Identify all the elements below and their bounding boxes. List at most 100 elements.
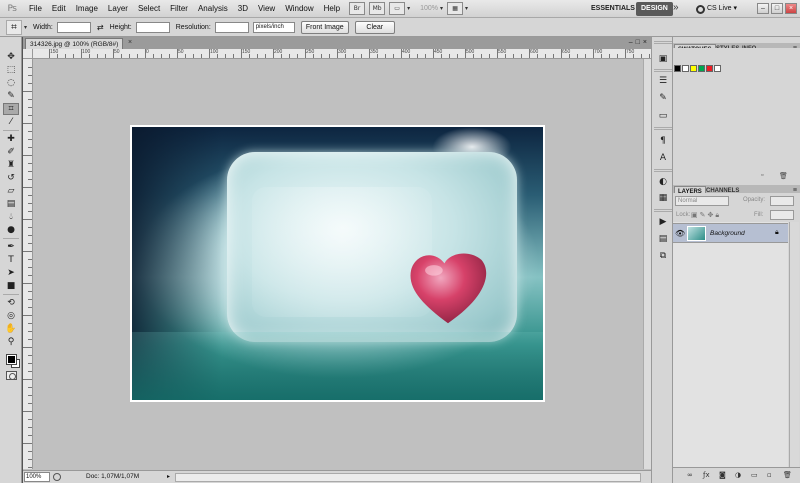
- navigator-panel-icon[interactable]: ▦: [656, 192, 670, 204]
- front-image-button[interactable]: Front Image: [300, 20, 349, 34]
- screen-mode-icon[interactable]: ▦: [447, 2, 464, 15]
- minibridge-icon[interactable]: Mb: [369, 2, 386, 15]
- status-info-icon[interactable]: [53, 473, 61, 481]
- history-panel-icon[interactable]: ▤: [656, 233, 670, 245]
- color-swatch[interactable]: [698, 65, 705, 72]
- dodge-tool-icon[interactable]: ●: [3, 224, 19, 236]
- dock-grip[interactable]: [654, 209, 672, 212]
- close-icon[interactable]: ×: [126, 39, 134, 47]
- chevron-down-icon[interactable]: ▾: [24, 24, 27, 31]
- menu-filter[interactable]: Filter: [165, 0, 193, 18]
- zoom-level[interactable]: 100%: [420, 5, 438, 12]
- restore-icon[interactable]: □: [636, 39, 640, 46]
- menu-select[interactable]: Select: [133, 0, 165, 18]
- document-image[interactable]: [130, 125, 545, 402]
- arrange-documents-icon[interactable]: ▭: [389, 2, 406, 15]
- eyedropper-tool-icon[interactable]: ⁄: [3, 116, 19, 128]
- menu-view[interactable]: View: [253, 0, 280, 18]
- color-swatch[interactable]: [690, 65, 697, 72]
- dock-grip[interactable]: [654, 169, 672, 172]
- layer-row-background[interactable]: 👁︎ Background 🔒︎: [673, 223, 788, 243]
- ruler-origin[interactable]: [23, 49, 33, 59]
- menu-edit[interactable]: Edit: [47, 0, 71, 18]
- resolution-field[interactable]: [214, 21, 249, 33]
- crop-tool-preset-icon[interactable]: ⌗: [6, 19, 22, 35]
- 3d-rotate-tool-icon[interactable]: ⟲: [3, 297, 19, 309]
- new-swatch-icon[interactable]: ▫: [761, 172, 763, 179]
- zoom-tool-icon[interactable]: ⚲: [3, 336, 19, 348]
- dock-grip[interactable]: [654, 127, 672, 130]
- adjustments-panel-icon[interactable]: ☰: [656, 75, 670, 87]
- close-button[interactable]: ×: [785, 3, 797, 14]
- minimize-button[interactable]: –: [757, 3, 769, 14]
- pen-tool-icon[interactable]: ✒: [3, 241, 19, 253]
- chevron-down-icon[interactable]: ▾: [440, 5, 443, 12]
- brush-panel-icon[interactable]: ✎: [656, 92, 670, 104]
- clone-stamp-tool-icon[interactable]: ♜: [3, 159, 19, 171]
- horizontal-scrollbar[interactable]: [175, 473, 641, 482]
- 3d-orbit-tool-icon[interactable]: ◎: [3, 310, 19, 322]
- menu-analysis[interactable]: Analysis: [193, 0, 233, 18]
- eraser-tool-icon[interactable]: ▱: [3, 185, 19, 197]
- delete-layer-icon[interactable]: 🗑︎: [783, 468, 792, 483]
- color-swatch[interactable]: [682, 65, 689, 72]
- add-mask-icon[interactable]: ◙: [719, 468, 726, 483]
- move-tool-icon[interactable]: ✥: [3, 51, 19, 63]
- chevron-down-icon[interactable]: ▾: [407, 5, 410, 12]
- height-field[interactable]: [135, 21, 170, 33]
- paragraph-panel-icon[interactable]: ¶: [656, 135, 670, 147]
- actions-panel-icon[interactable]: ▶: [656, 216, 670, 228]
- history-brush-tool-icon[interactable]: ↺: [3, 172, 19, 184]
- resolution-unit-select[interactable]: pixels/inch: [252, 21, 295, 33]
- blend-mode-select[interactable]: Normal: [675, 196, 729, 206]
- workspace-more-icon[interactable]: »: [673, 2, 679, 13]
- width-field[interactable]: [56, 21, 91, 33]
- link-layers-icon[interactable]: ∞: [687, 468, 693, 483]
- maximize-button[interactable]: □: [771, 3, 783, 14]
- workspace-design[interactable]: DESIGN: [636, 2, 673, 16]
- healing-brush-tool-icon[interactable]: ✚: [3, 133, 19, 145]
- shape-tool-icon[interactable]: ■: [3, 280, 19, 292]
- clone-source-panel-icon[interactable]: ▭: [656, 110, 670, 122]
- dock-grip[interactable]: [654, 69, 672, 72]
- layers-scrollbar[interactable]: [789, 222, 799, 467]
- new-group-icon[interactable]: ▭: [751, 468, 758, 483]
- adjustment-layer-icon[interactable]: ◑: [735, 468, 741, 483]
- mini-bridge-panel-icon[interactable]: ▣: [656, 53, 670, 65]
- lasso-tool-icon[interactable]: ◌: [3, 77, 19, 89]
- quick-selection-tool-icon[interactable]: ✎: [3, 90, 19, 102]
- workspace-essentials[interactable]: ESSENTIALS: [586, 3, 640, 15]
- foreground-color-swatch[interactable]: [6, 354, 17, 365]
- crop-tool-icon[interactable]: ⌗: [3, 103, 19, 115]
- color-swatch[interactable]: [706, 65, 713, 72]
- minimize-icon[interactable]: –: [629, 39, 633, 46]
- path-selection-tool-icon[interactable]: ➤: [3, 267, 19, 279]
- lock-options-icons[interactable]: ▣✎✥🔒︎: [691, 211, 721, 220]
- marquee-tool-icon[interactable]: ⬚: [3, 64, 19, 76]
- quick-mask-icon[interactable]: [6, 371, 17, 380]
- gradient-tool-icon[interactable]: ▤: [3, 198, 19, 210]
- menu-window[interactable]: Window: [280, 0, 318, 18]
- swap-dimensions-icon[interactable]: ⇄: [97, 23, 104, 32]
- delete-swatch-icon[interactable]: 🗑︎: [779, 172, 788, 180]
- new-layer-icon[interactable]: ▫: [767, 468, 772, 483]
- blur-tool-icon[interactable]: 💧︎: [3, 211, 19, 223]
- layer-comps-panel-icon[interactable]: ⧉: [656, 250, 670, 262]
- menu-layer[interactable]: Layer: [103, 0, 133, 18]
- brush-tool-icon[interactable]: ✐: [3, 146, 19, 158]
- cs-live-button[interactable]: CS Live ▾: [696, 3, 737, 15]
- menu-file[interactable]: File: [24, 0, 47, 18]
- fill-field[interactable]: [770, 210, 794, 220]
- document-tab[interactable]: 314326.jpg @ 100% (RGB/8#): [25, 38, 124, 49]
- status-menu-icon[interactable]: ▸: [167, 471, 170, 483]
- menu-help[interactable]: Help: [319, 0, 345, 18]
- type-tool-icon[interactable]: T: [3, 254, 19, 266]
- vertical-scrollbar[interactable]: [643, 59, 651, 469]
- chevron-down-icon[interactable]: ▾: [465, 5, 468, 12]
- menu-image[interactable]: Image: [71, 0, 103, 18]
- character-panel-icon[interactable]: A: [656, 152, 670, 164]
- menu-3d[interactable]: 3D: [233, 0, 253, 18]
- layer-style-icon[interactable]: ƒx: [703, 468, 710, 483]
- clear-button[interactable]: Clear: [354, 20, 395, 34]
- color-swatch[interactable]: [714, 65, 721, 72]
